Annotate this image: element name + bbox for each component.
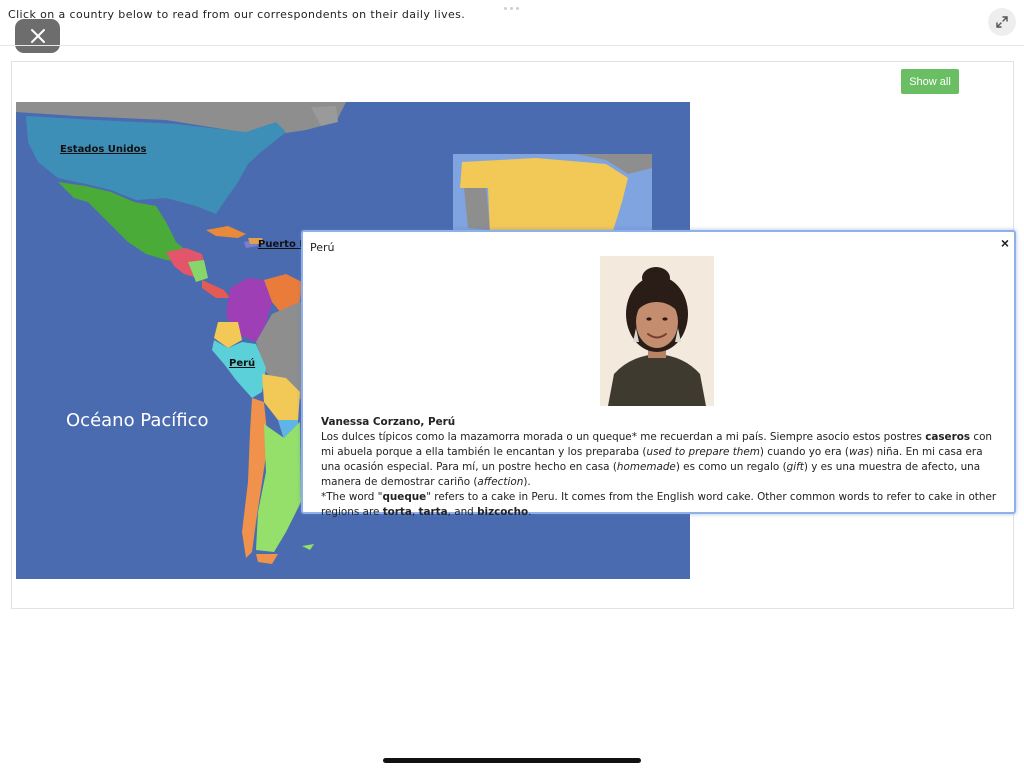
correspondent-portrait-graphic <box>600 256 714 406</box>
popup-title: Perú <box>310 241 335 254</box>
instruction-text: Click on a country below to read from ou… <box>8 8 466 21</box>
map-label-usa[interactable]: Estados Unidos <box>60 144 146 155</box>
map-inset-portugal <box>464 186 490 230</box>
header-divider <box>0 45 1024 46</box>
story-paragraph: Los dulces típicos como la mazamorra mor… <box>321 431 993 488</box>
expand-button[interactable] <box>988 8 1016 36</box>
correspondent-photo <box>600 256 714 406</box>
expand-icon <box>996 16 1008 28</box>
country-popup: Perú × Vanessa Corzano, Perú Los dulces … <box>301 230 1016 518</box>
map-label-peru[interactable]: Perú <box>229 358 255 369</box>
show-all-button[interactable]: Show all <box>901 69 959 94</box>
drag-handle[interactable] <box>504 7 520 11</box>
close-button[interactable] <box>15 19 60 53</box>
map-label-pacific-ocean: Océano Pacífico <box>66 410 209 431</box>
correspondent-name: Vanessa Corzano, Perú <box>321 416 456 428</box>
close-icon <box>30 29 45 43</box>
map-label-puerto-rico[interactable]: Puerto R <box>258 239 307 250</box>
popup-close-button[interactable]: × <box>1001 235 1009 251</box>
home-indicator[interactable] <box>383 758 641 763</box>
footnote-paragraph: *The word "queque" refers to a cake in P… <box>321 491 997 518</box>
correspondent-text: Vanessa Corzano, Perú Los dulces típicos… <box>321 415 1005 520</box>
